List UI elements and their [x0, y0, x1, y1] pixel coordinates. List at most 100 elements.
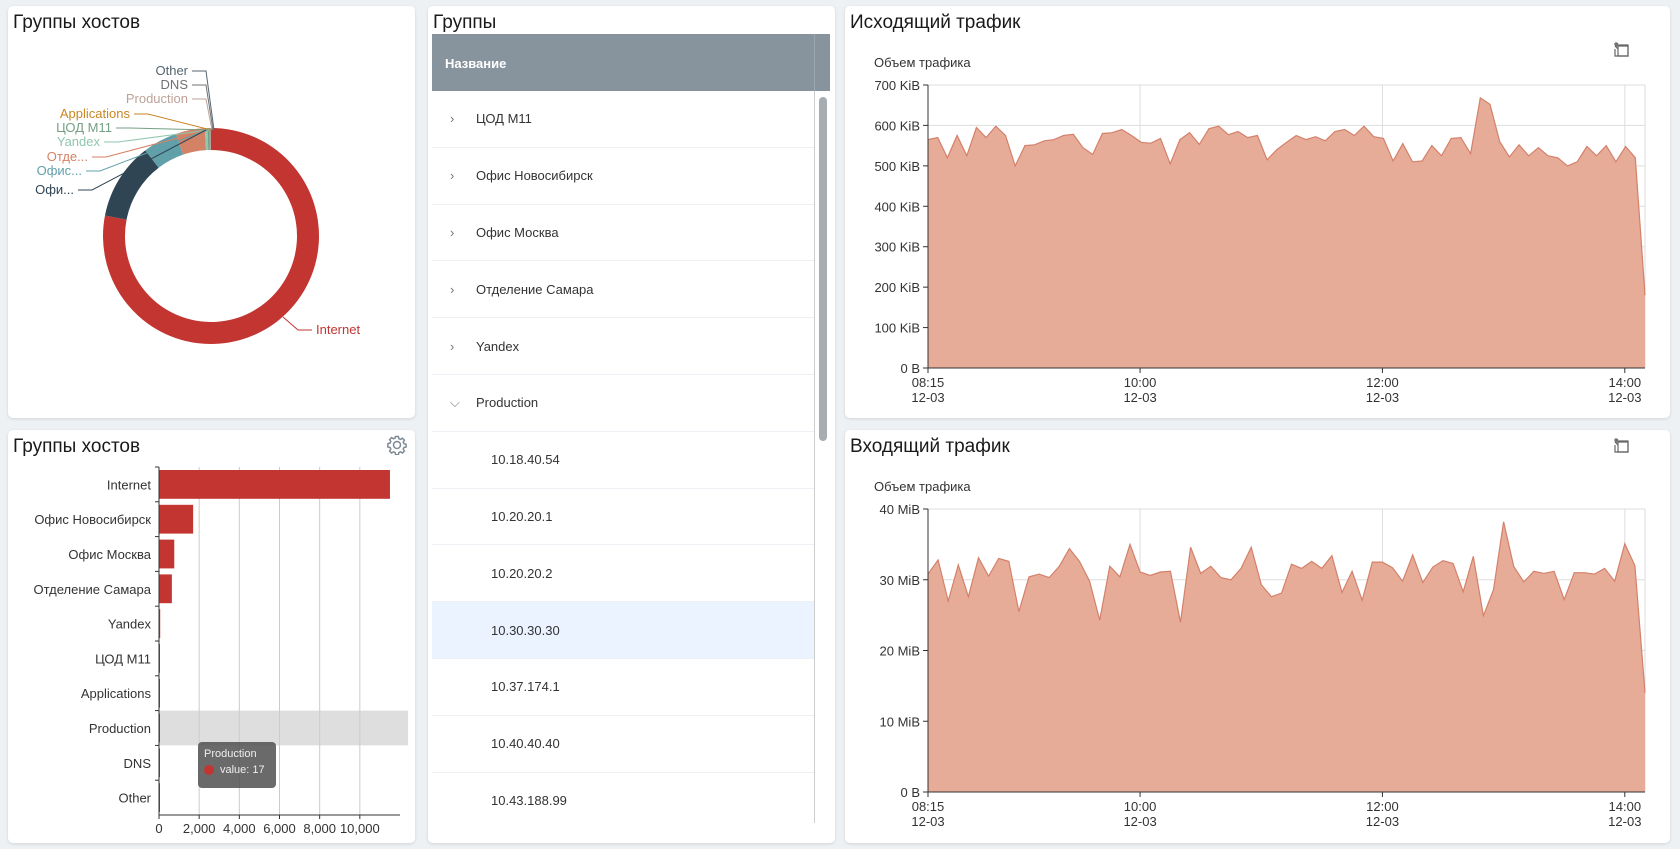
y-tick-label: 600 KiB — [874, 118, 920, 133]
y-tick-label: 20 MiB — [880, 644, 920, 659]
outgoing-traffic-panel: Исходящий трафик Объем трафика 0 B 100 KiB… — [845, 6, 1670, 418]
tooltip-value: value: 17 — [220, 764, 265, 776]
group-row[interactable]: › Yandex — [432, 318, 814, 375]
outgoing-area-chart: Объем трафика 0 B 100 KiB 200 KiB 300 KiB 400… — [874, 55, 1646, 405]
host-row[interactable]: 10.43.188.99 — [432, 773, 814, 823]
y-tick-label: ЦОД М11 — [95, 651, 151, 666]
host-row[interactable]: 10.20.20.1 — [432, 489, 814, 546]
bar — [159, 470, 390, 499]
chevron-right-icon[interactable]: › — [450, 339, 464, 354]
x-tick-label: 12:00 — [1366, 799, 1399, 814]
highlight-band — [159, 710, 408, 746]
donut-label: Applications — [60, 106, 131, 121]
area-fill — [928, 97, 1645, 369]
donut-label: ЦОД М11 — [56, 120, 112, 135]
row-label: ЦОД М11 — [476, 111, 532, 127]
donut-label: Офи... — [35, 182, 74, 197]
area-fill — [928, 521, 1645, 792]
x-tick-label: 12-03 — [1608, 814, 1641, 829]
y-axis-title: Объем трафика — [874, 479, 971, 494]
group-row[interactable]: › Отделение Самара — [432, 261, 814, 319]
donut-label: Отде... — [47, 149, 88, 164]
y-tick-label: 30 MiB — [880, 573, 920, 588]
x-tick-label: 12:00 — [1366, 375, 1399, 390]
y-tick-label: 10 MiB — [880, 714, 920, 729]
x-tick-label: 8,000 — [303, 821, 336, 836]
row-label: 10.20.20.2 — [491, 565, 553, 581]
x-tick-label: 08:15 — [912, 375, 945, 390]
row-label: 10.37.174.1 — [491, 679, 560, 695]
host-row[interactable]: 10.37.174.1 — [432, 659, 814, 716]
bar — [159, 539, 175, 569]
tooltip-title: Production — [204, 748, 257, 760]
scrollbar-thumb[interactable] — [819, 97, 827, 441]
y-tick-label: Other — [118, 791, 151, 806]
x-tick-label: 12-03 — [1366, 390, 1399, 405]
x-tick-label: 08:15 — [912, 799, 945, 814]
chevron-right-icon[interactable]: › — [450, 282, 464, 297]
group-row[interactable]: ⌵ Production — [432, 375, 814, 432]
scrollbar[interactable] — [815, 91, 830, 823]
y-tick-label: 200 KiB — [874, 280, 920, 295]
donut-label-line — [116, 127, 211, 131]
x-tick-label: 4,000 — [223, 821, 256, 836]
donut-chart: OtherDNSProductionApplicationsЦОД М11Yan… — [35, 63, 360, 344]
host-groups-donut-panel: Группы хостов Other DNS Production Applicat… — [8, 6, 415, 418]
row-label: Офис Москва — [476, 224, 559, 240]
x-tick-label: 10:00 — [1124, 799, 1157, 814]
y-tick-label: 400 KiB — [874, 199, 920, 214]
y-tick-label: Yandex — [108, 617, 152, 632]
x-tick-label: 10:00 — [1124, 375, 1157, 390]
y-tick-label: 300 KiB — [874, 240, 920, 255]
table-body: › ЦОД М11 › Офис Новосибирск › Офис Москва › От… — [432, 91, 815, 823]
y-tick-label: Internet — [107, 477, 151, 492]
chevron-right-icon[interactable]: › — [450, 168, 464, 183]
column-header-filler — [815, 34, 830, 91]
row-label: Отделение Самара — [476, 281, 594, 297]
host-groups-bar-panel: Группы хостов 0 2,000 4,000 6,000 8,000 10,00… — [8, 430, 415, 843]
x-tick-label: 12-03 — [911, 390, 944, 405]
y-axis-title: Объем трафика — [874, 55, 971, 70]
incoming-traffic-panel: Входящий трафик Объем трафика 0 B 10 MiB 20… — [845, 430, 1670, 843]
chevron-down-icon[interactable]: ⌵ — [450, 395, 464, 411]
y-tick-label: 500 KiB — [874, 159, 920, 174]
y-tick-label: Production — [89, 721, 151, 736]
y-tick-label: 700 KiB — [874, 78, 920, 93]
row-label: Production — [476, 395, 539, 411]
host-row[interactable]: 10.20.20.2 — [432, 545, 814, 603]
row-label: 10.40.40.40 — [491, 736, 560, 752]
y-tick-label: Отделение Самара — [33, 582, 151, 597]
x-tick-label: 10,000 — [340, 821, 380, 836]
y-tick-label: 100 KiB — [874, 321, 920, 336]
y-tick-label: DNS — [124, 756, 152, 771]
incoming-area-chart: Объем трафика 0 B 10 MiB 20 MiB 30 MiB 40 MiB… — [874, 479, 1646, 829]
host-row[interactable]: 10.40.40.40 — [432, 716, 814, 773]
donut-label: Офис... — [37, 163, 82, 178]
column-header-name[interactable]: Название — [432, 34, 815, 91]
donut-label-line — [192, 84, 214, 131]
group-row[interactable]: › Офис Новосибирск — [432, 148, 814, 205]
group-row[interactable]: › ЦОД М11 — [432, 91, 814, 148]
row-label: 10.20.20.1 — [491, 508, 553, 524]
row-label: Офис Новосибирск — [476, 168, 593, 184]
series-dot-icon — [204, 765, 214, 776]
y-tick-label: Applications — [81, 686, 152, 701]
x-tick-label: 12-03 — [911, 814, 944, 829]
chevron-right-icon[interactable]: › — [450, 111, 464, 126]
groups-panel: Группы Название › ЦОД М11 › Офис Новосибирс… — [428, 6, 835, 843]
row-label: Yandex — [476, 338, 520, 354]
y-tick-label: Офис Москва — [68, 547, 151, 562]
y-tick-label: 40 MiB — [880, 502, 920, 517]
bar — [159, 504, 194, 534]
group-row[interactable]: › Офис Москва — [432, 205, 814, 262]
row-label: 10.43.188.99 — [491, 792, 567, 808]
y-tick-label: 0 B — [900, 785, 920, 800]
donut-label-line — [282, 316, 312, 331]
y-tick-label: 0 B — [900, 361, 920, 376]
host-row[interactable]: 10.18.40.54 — [432, 432, 814, 489]
table-header: Название — [432, 34, 830, 91]
donut-label: Yandex — [57, 134, 101, 149]
x-tick-label: 12-03 — [1366, 814, 1399, 829]
chevron-right-icon[interactable]: › — [450, 225, 464, 240]
host-row[interactable]: 10.30.30.30 — [432, 602, 814, 659]
